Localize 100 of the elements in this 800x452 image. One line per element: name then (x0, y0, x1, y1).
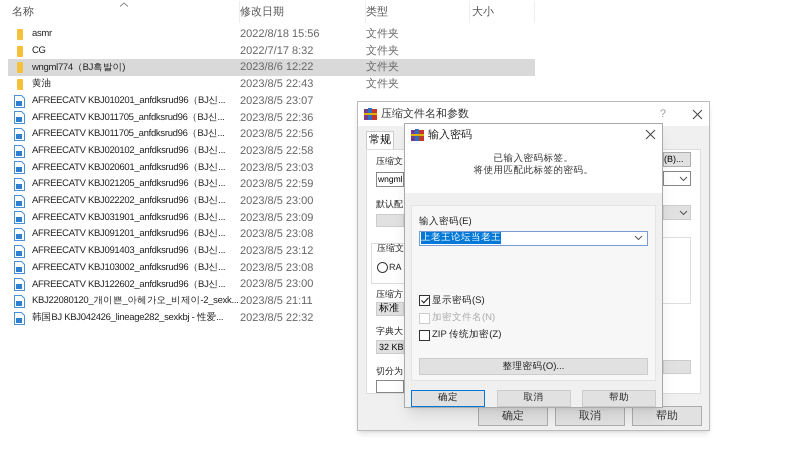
modified-date: 2023/8/5 23:07 (240, 94, 314, 107)
file-type: 文件夹 (366, 28, 399, 40)
field-label: 切分为 (376, 364, 404, 378)
file-icon (14, 228, 25, 242)
column-header[interactable]: 修改日期 (240, 4, 284, 20)
radio-label: RA (389, 260, 402, 274)
modified-date: 2023/8/5 23:00 (240, 194, 314, 207)
file-name: AFREECATV KBJ122602_anfdksrud96（BJ신... (32, 278, 226, 292)
file-icon (14, 194, 25, 208)
file-name: 韩国BJ KBJ042426_lineage282_sexkbj - 性爱... (32, 310, 224, 325)
close-icon[interactable] (645, 129, 656, 140)
checkbox[interactable] (419, 295, 430, 306)
folder-icon (16, 62, 22, 74)
column-header[interactable]: 名称 (12, 4, 34, 20)
checkbox-label: 显示密码(S) (432, 294, 485, 308)
modified-date: 2022/8/18 15:56 (240, 28, 320, 40)
modified-date: 2023/8/5 23:08 (240, 262, 314, 274)
file-name: asmr (32, 27, 52, 42)
file-name: AFREECATV KBJ020102_anfdksrud96（BJ신... (32, 144, 226, 158)
modified-date: 2023/8/5 22:59 (240, 178, 314, 190)
browse-button[interactable]: (B)... (663, 152, 691, 167)
radio-button[interactable] (377, 262, 388, 274)
group-label: 压缩文 (377, 242, 404, 256)
tab[interactable]: 常规 (366, 131, 394, 149)
checkbox[interactable] (419, 330, 430, 341)
file-type: 文件夹 (366, 61, 399, 74)
modified-date: 2023/8/5 22:36 (240, 112, 314, 124)
dialog-button[interactable]: 取消 (555, 406, 625, 426)
modified-date: 2023/8/5 22:56 (240, 128, 314, 140)
file-name: AFREECATV KBJ021205_anfdksrud96（BJ신... (32, 177, 226, 192)
password-combo[interactable]: 上老王论坛当老王 (419, 230, 648, 246)
books-icon (364, 108, 377, 120)
modified-date: 2023/8/5 23:03 (240, 162, 314, 174)
password-value: 上老王论坛当老王 (421, 232, 501, 244)
dialog-button[interactable]: 确定 (478, 406, 548, 426)
dialog-button[interactable]: 帮助 (582, 390, 656, 407)
sort-up-icon[interactable] (119, 2, 129, 7)
check-icon (420, 297, 428, 304)
file-icon (14, 161, 25, 174)
file-icon (14, 178, 25, 192)
file-row[interactable]: 黄油 2023/8/5 22:43 文件夹 (8, 76, 535, 93)
file-name: wngml774（BJ흑발이) (32, 60, 126, 75)
file-name: AFREECATV KBJ091403_anfdksrud96（BJ신... (32, 244, 226, 258)
archive-name-combo[interactable] (663, 171, 691, 186)
archive-name-field[interactable]: wngml (376, 172, 404, 186)
modified-date: 2022/7/17 8:32 (240, 44, 314, 57)
folder-icon (16, 78, 22, 90)
file-icon (14, 94, 25, 108)
file-type: 文件夹 (366, 78, 399, 90)
file-icon (14, 261, 25, 274)
modified-date: 2023/8/5 22:58 (240, 144, 314, 157)
field-label: 字典大 (376, 325, 404, 338)
file-name: AFREECATV KBJ091201_anfdksrud96（BJ신... (32, 227, 226, 242)
file-name: AFREECATV KBJ103002_anfdksrud96（BJ신... (32, 260, 226, 275)
file-icon (14, 211, 25, 224)
books-icon (411, 128, 424, 141)
profile-combo[interactable] (663, 205, 691, 220)
window-title: 压缩文件名和参数 (381, 106, 469, 122)
split-size-field[interactable] (376, 380, 404, 393)
file-name: AFREECATV KBJ022202_anfdksrud96（BJ신... (32, 194, 226, 208)
dialog-button[interactable]: 确定 (411, 390, 485, 407)
file-name: CG (32, 44, 46, 58)
organize-passwords-button[interactable]: 整理密码(O)... (419, 358, 648, 376)
file-name: AFREECATV KBJ031901_anfdksrud96（BJ신... (32, 210, 226, 225)
field-label: 默认配 (376, 198, 404, 210)
modified-date: 2023/8/5 21:11 (240, 295, 313, 308)
file-row[interactable]: CG 2022/7/17 8:32 文件夹 (8, 42, 535, 60)
folder-icon (16, 46, 22, 57)
file-type: 文件夹 (366, 44, 399, 57)
file-name: AFREECATV KBJ011705_anfdksrud96（BJ신... (32, 127, 225, 142)
column-header[interactable]: 大小 (472, 4, 494, 20)
method-select[interactable]: 标准 (376, 302, 404, 316)
close-icon[interactable] (692, 108, 703, 120)
modified-date: 2023/8/5 23:09 (240, 212, 314, 224)
file-row[interactable]: wngml774（BJ흑발이) 2023/8/6 12:22 文件夹 (8, 59, 535, 76)
column-header[interactable]: 类型 (366, 4, 388, 20)
window-title: 输入密码 (428, 128, 472, 143)
file-name: AFREECATV KBJ011705_anfdksrud96（BJ신... (32, 110, 225, 125)
chevron-down-icon (634, 235, 643, 242)
modified-date: 2023/8/5 23:08 (240, 228, 314, 240)
file-name: AFREECATV KBJ020601_anfdksrud96（BJ신... (32, 160, 226, 175)
field-label: 输入密码(E) (419, 215, 473, 230)
folder-icon (16, 28, 22, 40)
file-icon (14, 244, 25, 258)
chevron-down-icon (679, 210, 688, 216)
file-icon (14, 294, 25, 308)
field-label: 压缩方 (376, 288, 404, 301)
file-icon (14, 111, 25, 124)
dialog-button[interactable]: 取消 (496, 390, 570, 407)
message-text: 将使用匹配此标签的密码。 (474, 165, 594, 178)
file-name: KBJ22080120_개이쁜_아헤가오_비제이-2_sexk... (32, 294, 239, 308)
file-name: AFREECATV KBJ010201_anfdksrud96（BJ신... (32, 94, 226, 108)
file-icon (14, 278, 25, 292)
message-text: 已输入密码标签。 (494, 153, 574, 165)
field-label: 压缩文 (376, 155, 404, 168)
dialog-button[interactable]: 帮助 (632, 406, 702, 426)
file-row[interactable]: asmr 2022/8/18 15:56 文件夹 (8, 26, 535, 43)
dictionary-select[interactable]: 32 KB (376, 340, 404, 354)
checkbox-label: 加密文件名(N) (432, 310, 496, 325)
modified-date: 2023/8/5 22:32 (240, 312, 314, 324)
